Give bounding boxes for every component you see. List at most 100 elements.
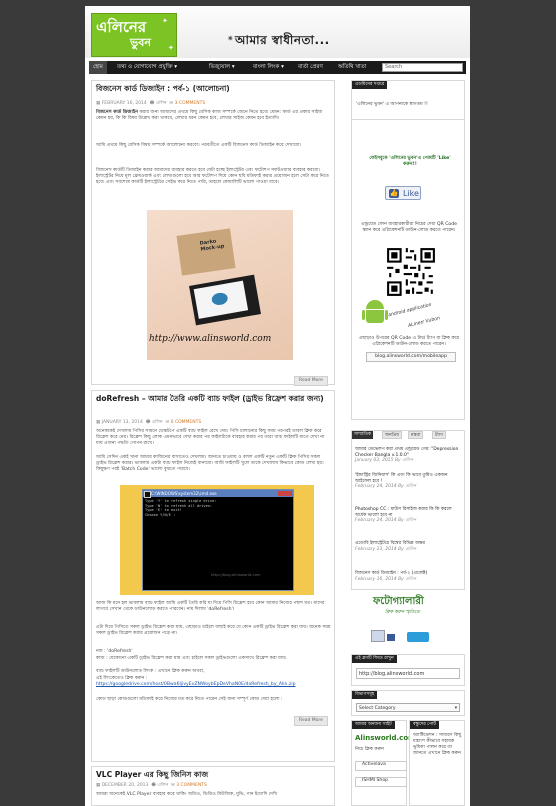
post-paragraph: আমি সেদিন একই খানা আমার কাজিনের বাসাতেও … (96, 455, 324, 473)
thumbs-up-icon: 👍 (389, 189, 399, 198)
user-icon: ☻ (149, 101, 155, 106)
site-link[interactable]: ISHMI Shop (355, 777, 407, 787)
recent-post-date: January 03, 2015 By এলিন (355, 458, 413, 463)
fb-like-button[interactable]: 👍 Like (385, 186, 421, 200)
recent-post-title[interactable]: Photoshop CC : মাউস রিসাইজ করার কি কি কর… (355, 507, 463, 518)
post-title[interactable]: বিজনেস কার্ড ডিজাইন : পর্ব-১ (আলোচনা) (96, 84, 332, 93)
nav-item-bangla-link[interactable]: বাংলা লিংক ▾ (249, 61, 288, 74)
post-comments-link[interactable]: 3 COMMENTS (176, 783, 207, 788)
site-link[interactable]: Alinsworld.com (355, 735, 415, 742)
post-comments-link[interactable]: 3 COMMENTS (175, 101, 206, 106)
app-url[interactable]: blog.alinsworld.com/mobileapp (366, 352, 456, 362)
recent-post-item[interactable]: Photoshop CC : মাউস রিসাইজ করার কি কি কর… (355, 507, 463, 524)
user-icon: ☻ (145, 420, 151, 425)
feed-url-field[interactable]: http://blog.alinsworld.com (356, 668, 460, 679)
post-image[interactable]: Darko Mock-up http://www.alinsworld.com (147, 210, 293, 360)
comment-icon: ✉ (165, 420, 170, 425)
post-card: doRefresh – আমার তৈরি একটি ব্যাচ ফাইল (ড… (91, 390, 335, 762)
post-title[interactable]: VLC Player এর কিছু জিনিস কাজ (96, 770, 332, 779)
recent-post-title[interactable]: আমার ডেভেলপ করা প্রথম এন্ড্রয়েড গেম: "D… (355, 447, 463, 458)
search-input[interactable]: Search (382, 63, 463, 72)
recent-post-item[interactable]: বিজনেস কার্ড ডিজাইন : পর্ব-২ (প্রজেক্ট) … (355, 571, 463, 582)
alt-link-prefix: এই লিংকেতেও ক্লিক করুন : (96, 676, 148, 681)
android-app-label: android application (387, 302, 433, 319)
post-date: JANUARY 13, 2014 (101, 420, 143, 425)
post-card: VLC Player এর কিছু জিনিস কাজ ▦ DECEMBER … (91, 766, 335, 806)
recent-post-item[interactable]: 'ইন্ডাস্ট্রির জিনিয়াস' কি এবং কি ভাবে ত… (355, 473, 463, 490)
post-title[interactable]: doRefresh – আমার তৈরি একটি ব্যাচ ফাইল (ড… (96, 394, 332, 403)
nav-item-ict[interactable]: তথ্য ও যোগাযোগ প্রযুক্তি ▾ (113, 61, 181, 74)
read-more-button[interactable]: Read More (294, 716, 328, 726)
recent-post-date: February 16, 2014 By এলিন (355, 576, 417, 582)
android-app-name: ALinerr Vubon (407, 316, 441, 329)
post-paragraph: অনেককেই দেখলাম পিসির সামনে ডেস্কটপে একটি… (96, 429, 325, 447)
post-alt-link-line: এই লিংকেতেও ক্লিক করুন : https://googled… (96, 676, 332, 688)
site-logo[interactable]: এলিনের ভুবন ✦ ✦ (91, 13, 177, 57)
friends-post-text[interactable]: অ্যাক্টিভেশন : সাধারণ কিছু যন্ত্রাংশ কীভ… (413, 733, 463, 757)
tab-recent[interactable]: সাম্প্রতিক (352, 431, 374, 439)
sidebar-heading: বিভাগসমূহ (352, 691, 378, 699)
image-watermark: http://www.alinsworld.com (149, 334, 272, 344)
recent-post-title[interactable]: 'ইন্ডাস্ট্রির জিনিয়াস' কি এবং কি ভাবে ত… (355, 473, 463, 484)
post-meta: ▦ DECEMBER 20, 2013 ☻ এলিন ✉ 3 COMMENTS (96, 782, 207, 789)
recent-post-item[interactable]: এডোবি ইলাস্ট্রেটরে বিশ্বের বিভিন্ন অক্ষর… (355, 541, 463, 552)
comment-icon: ✉ (171, 783, 175, 788)
post-paragraph: আমি প্রথমে কিছু বেসিক বিষয় সম্পর্কে আলো… (96, 143, 302, 148)
gallery-icon-2[interactable] (387, 634, 395, 641)
sidebar-gallery[interactable]: ফটোগ্যালারী ক্লিক করুন স্মৃতিতে (351, 592, 465, 648)
recent-post-date: February 24, 2014 By এলিন (355, 484, 417, 489)
window-controls (278, 491, 292, 496)
category-select[interactable]: Select Category ▾ (356, 703, 460, 712)
post-author[interactable]: এলিন (152, 420, 163, 425)
post-paragraph: আমরা অনেকেই VLC Player ব্যবহার করে থাকি।… (96, 792, 278, 797)
cmd-window-screenshot[interactable]: C:\WINDOWS\system32\cmd.exe Type 'Y' to … (120, 485, 314, 595)
tab-tags[interactable]: ট্যাগ (432, 431, 447, 439)
qr-code-image[interactable] (385, 246, 437, 298)
sidebar-heading: আমার অন্যান্য সাইট (352, 721, 395, 729)
post-bold-text: বিজনেস কার্ড ডিজাইন (96, 110, 138, 115)
post-paragraph: এটা দিয়ে পিসিতে সকল ড্রাইভ রিফ্রেশ করা … (96, 625, 331, 637)
post-comments-link[interactable]: 6 COMMENTS (171, 420, 202, 425)
read-more-button[interactable]: Read More (294, 376, 328, 386)
fb-like-text: ফেইসবুকে 'এলিনের ভুবন'এ পেজটি 'Like' করু… (369, 156, 451, 167)
chevron-down-icon: ▾ (454, 706, 457, 711)
recent-post-date: February 23, 2014 By এলিন (355, 546, 417, 552)
post-meta: ▦ JANUARY 13, 2014 ☻ এলিন ✉ 6 COMMENTS (96, 419, 201, 426)
site-tagline: আমার স্বাধীনতা... (235, 33, 330, 47)
post-author[interactable]: এলিন (156, 101, 167, 106)
post-paragraph: আজ কি মনে হল ভাবলাম ব্যাচ ফাইল আমি একটি … (96, 601, 325, 613)
post-name-line: নাম : 'doRefresh' (96, 649, 133, 654)
site-link[interactable]: Activelava (355, 761, 407, 771)
sidebar-heading: এই ব্লগটি ফিডে রাখুন (352, 655, 397, 663)
card-mockup-kraft: Darko Mock-up (176, 228, 236, 276)
sidebar-welcome: এডমিনের দপ্তরে 'এলিনের ভুবন' এ আপনাকে স্… (351, 80, 465, 120)
card-logo-shape (210, 291, 229, 307)
cmd-output: Type 'Y' to refresh single drive: Type '… (143, 497, 293, 519)
android-robot-icon (362, 300, 388, 328)
sidebar-recent-posts: সাম্প্রতিক জনপ্রিয় মন্তব্য ট্যাগ আমার ড… (351, 430, 465, 590)
gallery-icon-3[interactable] (407, 632, 429, 642)
tab-popular[interactable]: জনপ্রিয় (382, 431, 403, 439)
gallery-subtitle: ক্লিক করুন স্মৃতিতে (385, 610, 420, 615)
recent-post-item[interactable]: আমার ডেভেলপ করা প্রথম এন্ড্রয়েড গেম: "D… (355, 447, 463, 464)
nav-item-home[interactable]: হোম (89, 61, 107, 74)
mockup-label: Darko Mock-up (199, 238, 225, 253)
nav-item-message[interactable]: বার্তা প্রেরণ (294, 61, 327, 74)
tab-comments[interactable]: মন্তব্য (408, 431, 424, 439)
sidebar-my-sites: আমার অন্যান্য সাইট Alinsworld.com নিচে ক… (351, 720, 415, 806)
cmd-title: C:\WINDOWS\system32\cmd.exe (151, 491, 217, 496)
gallery-icon-1[interactable] (371, 630, 385, 642)
post-author[interactable]: এলিন (157, 783, 168, 788)
category-select-value: Select Category (359, 706, 396, 711)
post-meta: ▦ FEBRUARY 16, 2014 ☻ এলিন ✉ 3 COMMENTS (96, 100, 205, 107)
qr-note: এছাড়াও উপরের QR Code এ টাচ/ ট্যাপ বা ক্… (358, 336, 460, 347)
recent-post-date: February 24, 2014 By এলিন (355, 518, 417, 523)
download-link[interactable]: https://googledrive.com/host/0Bwa6ljivyE… (96, 682, 296, 687)
cmd-line: Choose Y/N/E : (145, 512, 176, 517)
post-download-line[interactable]: ব্যাচ ফাইলটি ডাউনলোড লিংক : এখানে ক্লিক … (96, 669, 332, 675)
post-date: FEBRUARY 16, 2014 (101, 101, 147, 106)
nav-item-visual[interactable]: ভিজ্যুয়াল ▾ (205, 61, 239, 74)
cmd-icon (144, 491, 151, 498)
nav-item-guestbook[interactable]: অতিথি খাতা (334, 61, 370, 74)
post-paragraph: কোড ছাড়া কোডগুলো মডিফাই করে নিজের মত কর… (96, 697, 283, 702)
